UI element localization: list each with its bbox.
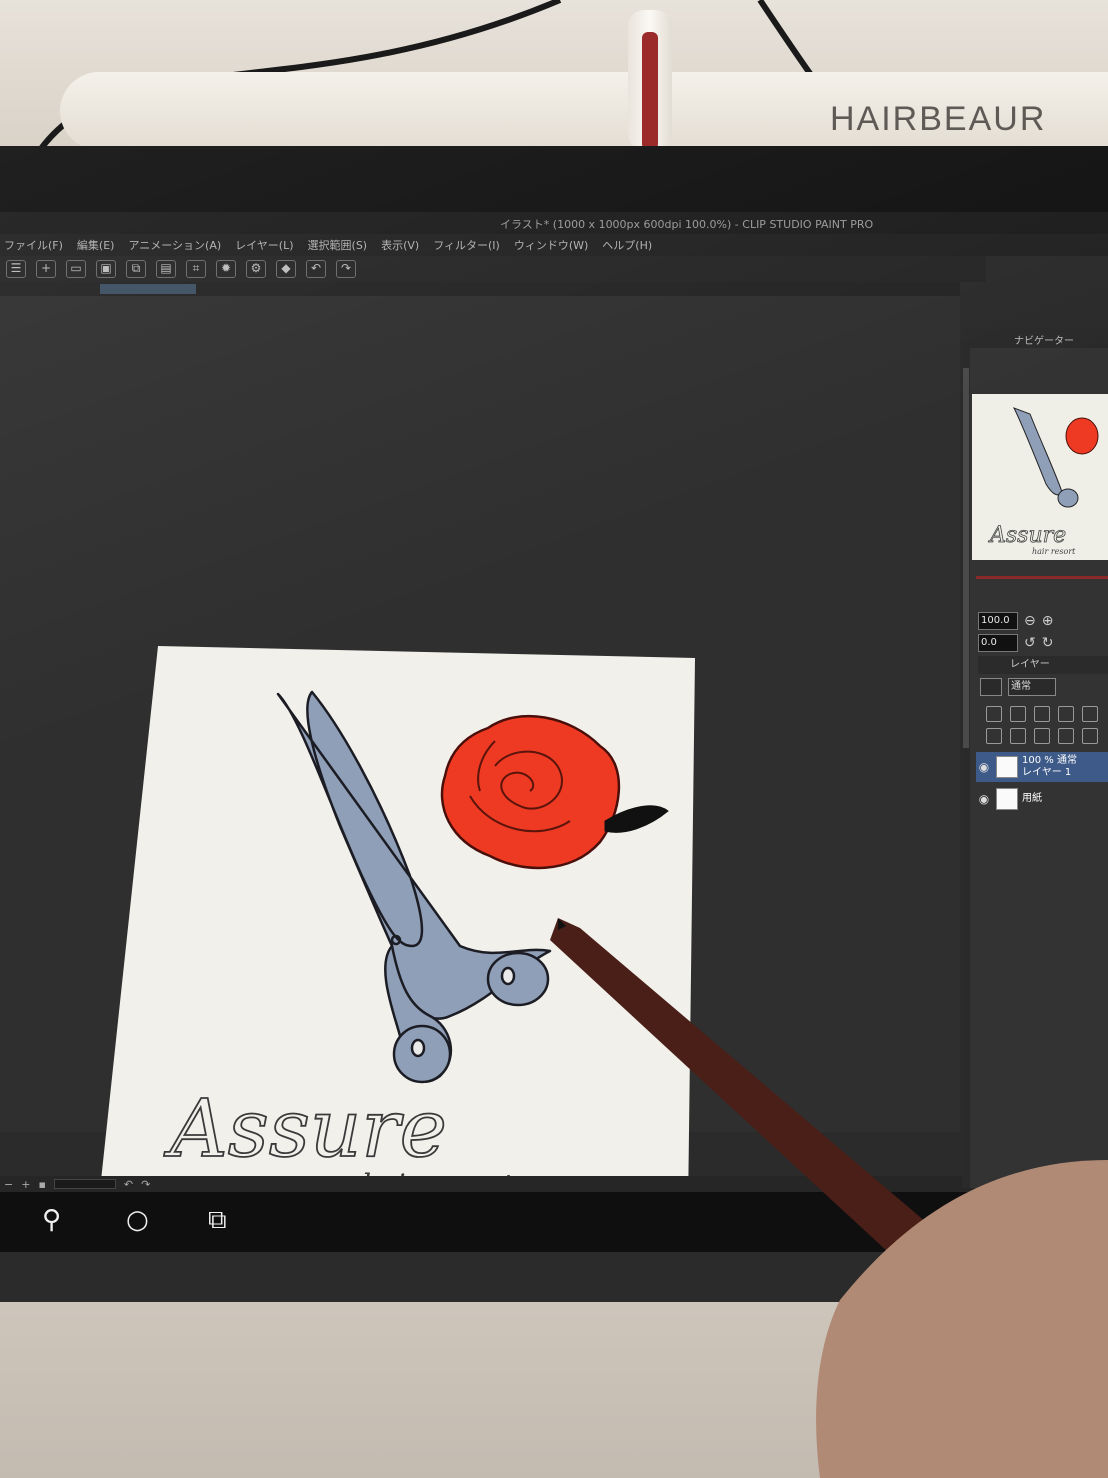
menu-animation[interactable]: アニメーション(A) xyxy=(128,237,221,253)
undo-icon[interactable]: ↶ xyxy=(306,260,326,278)
visibility-eye-icon[interactable]: ◉ xyxy=(976,792,992,806)
menu-window[interactable]: ウィンドウ(W) xyxy=(514,237,588,253)
merge-layer-icon[interactable] xyxy=(1058,728,1074,744)
new-vector-layer-icon[interactable] xyxy=(1010,728,1026,744)
fit-icon[interactable]: ▪ xyxy=(38,1178,45,1191)
fill-icon[interactable]: ◆ xyxy=(276,260,296,278)
reference-layer-icon[interactable] xyxy=(1034,706,1050,722)
lock-transparency-icon[interactable] xyxy=(1082,706,1098,722)
settings-icon[interactable]: ⚙ xyxy=(246,260,266,278)
layer-tab-label: レイヤー xyxy=(1010,659,1050,670)
rotate-left-button[interactable]: ↺ xyxy=(1024,635,1036,651)
paper-layer-name: 用紙 xyxy=(1022,793,1042,804)
layer-property-row: 通常 xyxy=(980,678,1056,696)
task-view-icon[interactable]: ⧉ xyxy=(208,1206,227,1234)
menu-view[interactable]: 表示(V) xyxy=(381,237,419,253)
navigator-title-text: Assure xyxy=(988,523,1066,548)
layer-row-1[interactable]: ◉ 100 % 通常 レイヤー 1 xyxy=(976,752,1108,782)
navigator-title: ナビゲーター xyxy=(1014,336,1074,347)
clip-layer-icon[interactable] xyxy=(1010,706,1026,722)
menu-layer[interactable]: レイヤー(L) xyxy=(235,237,293,253)
transform-icon[interactable]: ✹ xyxy=(216,260,236,278)
layer-color-box[interactable] xyxy=(980,678,1002,696)
artwork-title: Assure xyxy=(163,1082,447,1175)
panel-divider xyxy=(976,576,1108,579)
rotate-left-icon[interactable]: ↶ xyxy=(124,1178,133,1191)
rotate-right-icon[interactable]: ↷ xyxy=(141,1178,150,1191)
active-tool-indicator[interactable] xyxy=(100,284,196,294)
visibility-eye-icon[interactable]: ◉ xyxy=(976,760,992,774)
zoom-controls: 100.0 ⊖ ⊕ xyxy=(978,612,1053,630)
navigator-subtitle-text: hair resort xyxy=(1032,547,1076,556)
redo-icon[interactable]: ↷ xyxy=(336,260,356,278)
zoom-in-icon[interactable]: + xyxy=(21,1178,30,1191)
new-layer-icon[interactable] xyxy=(986,728,1002,744)
rotate-right-button[interactable]: ↻ xyxy=(1042,635,1054,651)
paper-thumbnail xyxy=(996,788,1018,810)
blend-mode-select[interactable]: 通常 xyxy=(1008,678,1056,696)
delete-layer-icon[interactable] xyxy=(1082,728,1098,744)
copy-icon[interactable]: ⧉ xyxy=(126,260,146,278)
layer-opacity-mode: 100 % 通常 xyxy=(1022,755,1077,766)
zoom-out-icon[interactable]: − xyxy=(4,1178,13,1191)
rotation-value-field[interactable]: 0.0 xyxy=(978,634,1018,652)
new-icon[interactable]: + xyxy=(36,260,56,278)
menu-edit[interactable]: 編集(E) xyxy=(77,237,115,253)
layer-tool-row-2 xyxy=(986,728,1098,744)
navigator-header: ナビゲーター xyxy=(962,328,1108,348)
window-titlebar: イラスト* (1000 x 1000px 600dpi 100.0%) - CL… xyxy=(0,212,1108,234)
menu-filter[interactable]: フィルター(I) xyxy=(433,237,500,253)
new-raster-layer-icon[interactable] xyxy=(986,706,1002,722)
new-folder-icon[interactable] xyxy=(1034,728,1050,744)
layer-tool-row-1 xyxy=(986,706,1098,722)
menu-help[interactable]: ヘルプ(H) xyxy=(602,237,652,253)
menu-icon[interactable]: ☰ xyxy=(6,260,26,278)
navigator-preview[interactable]: Assure hair resort xyxy=(972,394,1108,560)
open-icon[interactable]: ▭ xyxy=(66,260,86,278)
layer-panel-tab[interactable]: レイヤー xyxy=(978,656,1108,674)
zoom-slider[interactable] xyxy=(53,1179,116,1189)
tool-property-bar xyxy=(0,282,960,296)
paste-icon[interactable]: ▤ xyxy=(156,260,176,278)
cortana-icon[interactable]: ○ xyxy=(126,1206,149,1234)
stylus-pen xyxy=(550,918,1108,1478)
save-icon[interactable]: ▣ xyxy=(96,260,116,278)
crop-icon[interactable]: ⌗ xyxy=(186,260,206,278)
layer-row-2[interactable]: ◉ 用紙 xyxy=(976,784,1108,814)
rotation-controls: 0.0 ↺ ↻ xyxy=(978,634,1053,652)
appliance-brand-text: HAIRBEAUR xyxy=(830,100,1047,138)
zoom-out-button[interactable]: ⊖ xyxy=(1024,613,1036,629)
layer-name: レイヤー 1 xyxy=(1022,767,1072,778)
window-title: イラスト* (1000 x 1000px 600dpi 100.0%) - CL… xyxy=(500,218,874,231)
appliance-handle xyxy=(628,10,672,150)
menu-selection[interactable]: 選択範囲(S) xyxy=(308,237,368,253)
menu-file[interactable]: ファイル(F) xyxy=(4,237,63,253)
menu-bar: ファイル(F) 編集(E) アニメーション(A) レイヤー(L) 選択範囲(S)… xyxy=(0,234,1108,256)
lock-layer-icon[interactable] xyxy=(1058,706,1074,722)
command-bar: ☰ + ▭ ▣ ⧉ ▤ ⌗ ✹ ⚙ ◆ ↶ ↷ xyxy=(0,256,986,282)
zoom-in-button[interactable]: ⊕ xyxy=(1042,613,1054,629)
search-icon[interactable]: ⚲ xyxy=(42,1206,61,1234)
zoom-value-field[interactable]: 100.0 xyxy=(978,612,1018,630)
layer-thumbnail xyxy=(996,756,1018,778)
